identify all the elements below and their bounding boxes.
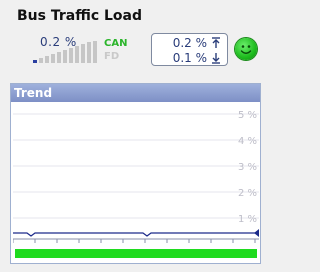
max-value: 0.2 % xyxy=(172,36,207,50)
load-bar xyxy=(51,54,55,63)
y-label-1: 1 % xyxy=(238,214,257,225)
load-bar xyxy=(81,44,85,63)
load-bar xyxy=(93,41,97,63)
min-value: 0.1 % xyxy=(172,51,207,65)
max-row: 0.2 % xyxy=(152,36,227,50)
x-axis xyxy=(13,238,259,243)
min-arrow-icon xyxy=(212,53,220,64)
y-label-5: 5 % xyxy=(238,110,257,121)
trend-panel: Trend 5 % 4 % 3 % 2 % 1 % xyxy=(10,83,261,264)
trend-line xyxy=(13,232,255,237)
load-bar xyxy=(87,42,91,63)
trend-load-bar xyxy=(15,249,257,258)
load-bar xyxy=(63,50,67,63)
protocol-fd-label: FD xyxy=(104,51,120,62)
load-bar xyxy=(57,52,61,63)
min-row: 0.1 % xyxy=(152,51,227,65)
trend-title: Trend xyxy=(14,86,53,100)
load-bar xyxy=(69,48,73,63)
y-label-3: 3 % xyxy=(238,162,257,173)
max-arrow-icon xyxy=(212,37,220,48)
load-level-bars xyxy=(33,41,103,63)
y-label-2: 2 % xyxy=(238,188,257,199)
min-max-box: 0.2 % 0.1 % xyxy=(151,33,228,66)
load-bar xyxy=(75,46,79,63)
load-bar xyxy=(39,58,43,63)
y-label-4: 4 % xyxy=(238,136,257,147)
load-bar xyxy=(45,56,49,63)
trend-chart: 5 % 4 % 3 % 2 % 1 % xyxy=(13,110,259,243)
widget-title: Bus Traffic Load xyxy=(17,8,143,24)
trend-end-marker xyxy=(254,229,259,237)
trend-header: Trend xyxy=(11,84,260,102)
load-bar xyxy=(33,60,37,63)
protocol-can-label: CAN xyxy=(104,38,128,49)
smiley-status-icon xyxy=(235,38,257,60)
